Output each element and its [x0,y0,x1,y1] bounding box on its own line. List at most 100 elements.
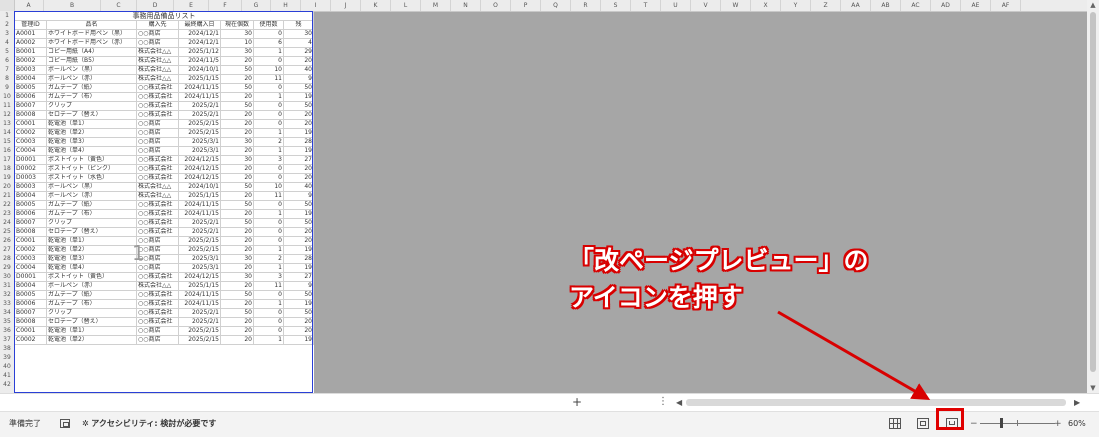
table-cell[interactable]: ポストイット（黄色） [46,155,137,165]
table-cell[interactable]: 2025/1/15 [178,191,221,201]
table-cell[interactable]: 2024/11/15 [178,83,221,93]
table-cell[interactable]: 2025/1/15 [178,281,221,291]
column-header-ac[interactable]: AC [901,0,931,11]
table-cell[interactable]: 19 [283,263,314,273]
table-cell[interactable]: 2024/11/15 [178,200,221,210]
table-cell[interactable]: ホワイトボード用ペン（黒） [46,29,137,39]
row-header[interactable]: 27 [0,245,14,254]
row-header[interactable]: 10 [0,92,14,101]
table-cell[interactable]: コピー用紙（B5） [46,56,137,66]
row-header[interactable]: 15 [0,137,14,146]
table-cell[interactable]: 9 [283,281,314,291]
table-cell[interactable]: 2025/1/12 [178,47,221,57]
table-header-cell[interactable]: 残 [283,20,314,30]
scroll-left-icon[interactable]: ◀ [676,394,685,411]
column-header-i[interactable]: I [301,0,331,11]
row-header[interactable]: 16 [0,146,14,155]
row-header[interactable]: 38 [0,344,14,353]
column-header-z[interactable]: Z [811,0,841,11]
table-cell[interactable]: 0 [253,164,284,174]
table-cell[interactable]: 28 [283,254,314,264]
table-cell[interactable]: セロテープ（替え） [46,110,137,120]
table-cell[interactable]: B0008 [14,317,47,327]
table-cell[interactable]: B0004 [14,281,47,291]
row-header[interactable]: 14 [0,128,14,137]
table-cell[interactable]: クリップ [46,308,137,318]
table-cell[interactable]: ○○商店 [136,29,179,39]
table-cell[interactable]: 0 [253,101,284,111]
table-cell[interactable]: 19 [283,245,314,255]
row-header[interactable]: 17 [0,155,14,164]
table-cell[interactable]: 50 [220,290,254,300]
table-cell[interactable]: 20 [220,299,254,309]
zoom-out-button[interactable]: − [970,412,978,436]
select-all-corner[interactable] [0,0,15,11]
row-header[interactable]: 21 [0,191,14,200]
table-cell[interactable]: B0004 [14,191,47,201]
table-cell[interactable]: ○○株式会社 [136,200,179,210]
table-cell[interactable]: 20 [220,56,254,66]
table-cell[interactable]: ボールペン（赤） [46,281,137,291]
table-cell[interactable]: 20 [283,164,314,174]
table-cell[interactable]: クリップ [46,101,137,111]
table-cell[interactable]: 30 [220,272,254,282]
table-cell[interactable]: C0002 [14,128,47,138]
table-cell[interactable]: ○○株式会社 [136,83,179,93]
row-header[interactable]: 5 [0,47,14,56]
table-cell[interactable]: ○○株式会社 [136,110,179,120]
table-cell[interactable]: 株式会社△△ [136,56,179,66]
column-header-ae[interactable]: AE [961,0,991,11]
table-cell[interactable]: 2024/12/15 [178,173,221,183]
table-cell[interactable]: B0006 [14,209,47,219]
table-cell[interactable]: 20 [220,227,254,237]
table-cell[interactable]: 0 [253,200,284,210]
row-header[interactable]: 29 [0,263,14,272]
table-cell[interactable]: 乾電池（単1） [46,119,137,129]
table-cell[interactable]: A0002 [14,38,47,48]
table-cell[interactable]: 40 [283,65,314,75]
table-cell[interactable]: 株式会社△△ [136,182,179,192]
row-header[interactable]: 26 [0,236,14,245]
table-cell[interactable]: 株式会社△△ [136,47,179,57]
macro-record-icon[interactable] [60,419,70,428]
row-header[interactable]: 39 [0,353,14,362]
table-cell[interactable]: 乾電池（単2） [46,128,137,138]
table-cell[interactable]: ポストイット（水色） [46,173,137,183]
table-cell[interactable]: 2024/12/1 [178,29,221,39]
table-cell[interactable]: 50 [220,308,254,318]
table-cell[interactable]: 2025/2/1 [178,110,221,120]
column-header-n[interactable]: N [451,0,481,11]
column-header-f[interactable]: F [209,0,242,11]
table-cell[interactable]: B0007 [14,218,47,228]
table-cell[interactable]: C0004 [14,146,47,156]
table-cell[interactable]: 0 [253,290,284,300]
table-cell[interactable]: 0 [253,56,284,66]
table-cell[interactable]: ○○商店 [136,128,179,138]
table-cell[interactable]: 19 [283,128,314,138]
row-header[interactable]: 24 [0,218,14,227]
row-header[interactable]: 13 [0,119,14,128]
table-cell[interactable]: 1 [253,245,284,255]
column-header-p[interactable]: P [511,0,541,11]
row-header[interactable]: 40 [0,362,14,371]
row-header[interactable]: 34 [0,308,14,317]
table-cell[interactable]: 28 [283,137,314,147]
table-cell[interactable]: 2024/11/15 [178,92,221,102]
table-cell[interactable]: 2024/12/15 [178,155,221,165]
table-cell[interactable]: B0003 [14,182,47,192]
row-header[interactable]: 31 [0,281,14,290]
table-cell[interactable]: 2024/12/15 [178,164,221,174]
row-header[interactable]: 11 [0,101,14,110]
row-header[interactable]: 18 [0,164,14,173]
table-cell[interactable]: ポストイット（ピンク） [46,164,137,174]
row-header[interactable]: 6 [0,56,14,65]
row-header[interactable]: 1 [0,11,14,20]
table-cell[interactable]: 乾電池（単4） [46,263,137,273]
row-header[interactable]: 25 [0,227,14,236]
column-header-a[interactable]: A [14,0,44,11]
table-cell[interactable]: 30 [220,47,254,57]
table-cell[interactable]: 11 [253,281,284,291]
table-cell[interactable]: 2025/2/1 [178,227,221,237]
table-cell[interactable]: 乾電池（単3） [46,254,137,264]
table-cell[interactable]: C0003 [14,254,47,264]
